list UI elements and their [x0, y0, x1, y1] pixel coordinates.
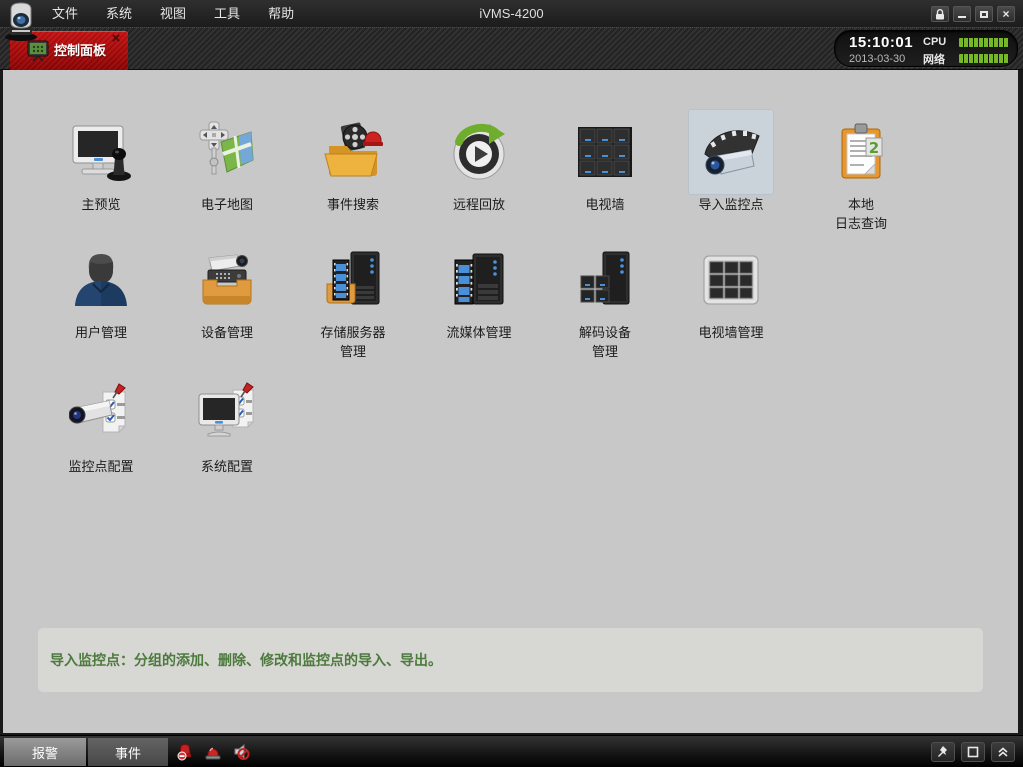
- storage-server-icon: [321, 248, 385, 312]
- tv-wall-management-icon: [699, 248, 763, 312]
- app-logo-camera-icon: [2, 1, 42, 45]
- module-camera-config[interactable]: 监控点配置: [38, 372, 164, 475]
- module-description-text: 导入监控点：分组的添加、删除、修改和监控点的导入、导出。: [50, 650, 442, 670]
- collapse-panel-button[interactable]: [991, 742, 1015, 762]
- module-system-config[interactable]: 系统配置: [164, 372, 290, 475]
- lock-button[interactable]: [931, 6, 949, 22]
- module-stream-media[interactable]: 流媒体管理: [416, 238, 542, 341]
- selected-module-highlight: [689, 110, 773, 194]
- module-label: 事件搜索: [327, 196, 379, 213]
- module-label: 系统配置: [201, 458, 253, 475]
- module-remote-playback[interactable]: 远程回放: [416, 110, 542, 213]
- alarm-clear-icon[interactable]: [176, 743, 194, 761]
- menu-system[interactable]: 系统: [92, 0, 146, 28]
- alarm-tab[interactable]: 报警: [4, 738, 86, 766]
- module-label: 用户管理: [75, 324, 127, 341]
- pin-panel-button[interactable]: [931, 742, 955, 762]
- mute-icon[interactable]: [232, 743, 250, 761]
- module-label: 设备管理: [201, 324, 253, 341]
- module-label: 电视墙: [585, 196, 624, 213]
- module-decoding-device[interactable]: 解码设备 管理: [542, 238, 668, 360]
- module-emap[interactable]: 电子地图: [164, 110, 290, 213]
- tab-bar: 控制面板 × 15:10:01 CPU 2013-03-30 网络: [0, 28, 1023, 70]
- module-local-log[interactable]: 2 本地 日志查询: [798, 110, 924, 232]
- module-label: 本地: [848, 196, 874, 213]
- network-label: 网络: [923, 51, 959, 67]
- tab-label: 控制面板: [54, 31, 106, 70]
- control-panel-main: 主预览 电子地图: [3, 70, 1018, 733]
- module-label: 监控点配置: [68, 458, 133, 475]
- status-bar: 报警 事件: [0, 735, 1023, 767]
- module-storage-server[interactable]: 存储服务器 管理: [290, 238, 416, 360]
- decoding-device-icon: [573, 248, 637, 312]
- close-button[interactable]: ×: [997, 6, 1015, 22]
- cpu-label: CPU: [923, 36, 959, 48]
- module-tv-wall[interactable]: 电视墙: [542, 110, 668, 213]
- module-device-management[interactable]: 设备管理: [164, 238, 290, 341]
- tv-wall-icon: [573, 120, 637, 184]
- module-label: 流媒体管理: [446, 324, 511, 341]
- lock-icon: [935, 9, 945, 20]
- menu-view[interactable]: 视图: [146, 0, 200, 28]
- minimize-icon: [958, 16, 966, 18]
- module-user-management[interactable]: 用户管理: [38, 238, 164, 341]
- title-bar: 文件 系统 视图 工具 帮助 iVMS-4200 ×: [0, 0, 1023, 28]
- module-description-box: 导入监控点：分组的添加、删除、修改和监控点的导入、导出。: [38, 628, 983, 692]
- restore-panel-button[interactable]: [961, 742, 985, 762]
- module-tv-wall-management[interactable]: 电视墙管理: [668, 238, 794, 341]
- import-camera-icon: [699, 120, 763, 184]
- event-tab[interactable]: 事件: [88, 738, 168, 766]
- emap-icon: [195, 120, 259, 184]
- module-event-search[interactable]: 事件搜索: [290, 110, 416, 213]
- menu-help[interactable]: 帮助: [254, 0, 308, 28]
- remote-playback-icon: [447, 120, 511, 184]
- module-label: 远程回放: [453, 196, 505, 213]
- module-label: 解码设备: [579, 324, 631, 341]
- siren-icon[interactable]: [204, 743, 222, 761]
- event-search-icon: [321, 120, 385, 184]
- svg-text:2: 2: [869, 139, 879, 157]
- device-management-icon: [195, 248, 259, 312]
- restore-panel-icon: [967, 746, 979, 758]
- menu-tools[interactable]: 工具: [200, 0, 254, 28]
- menu-file[interactable]: 文件: [38, 0, 92, 28]
- clock-time: 15:10:01: [849, 34, 923, 51]
- module-label: 电视墙管理: [698, 324, 763, 341]
- cpu-meter: [959, 38, 1009, 47]
- maximize-button[interactable]: [975, 6, 993, 22]
- collapse-icon: [997, 746, 1009, 758]
- module-label: 主预览: [81, 196, 120, 213]
- module-label: 电子地图: [201, 196, 253, 213]
- local-log-icon: 2: [829, 120, 893, 184]
- main-preview-icon: [69, 120, 133, 184]
- user-management-icon: [69, 248, 133, 312]
- module-main-preview[interactable]: 主预览: [38, 110, 164, 213]
- clock-date: 2013-03-30: [849, 53, 923, 65]
- module-import-camera[interactable]: 导入监控点: [668, 110, 794, 213]
- camera-config-icon: [69, 382, 133, 446]
- module-label: 导入监控点: [698, 196, 763, 213]
- menu-bar: 文件 系统 视图 工具 帮助: [38, 0, 308, 28]
- network-meter: [959, 54, 1009, 63]
- system-config-icon: [195, 382, 259, 446]
- minimize-button[interactable]: [953, 6, 971, 22]
- maximize-icon: [980, 11, 988, 18]
- pin-icon: [936, 745, 950, 759]
- tab-close-icon[interactable]: ×: [109, 32, 123, 46]
- stream-media-icon: [447, 248, 511, 312]
- module-label: 存储服务器: [320, 324, 385, 341]
- app-window: 文件 系统 视图 工具 帮助 iVMS-4200 ×: [0, 0, 1023, 767]
- close-icon: ×: [1002, 8, 1009, 20]
- system-status-panel: 15:10:01 CPU 2013-03-30 网络: [834, 30, 1018, 67]
